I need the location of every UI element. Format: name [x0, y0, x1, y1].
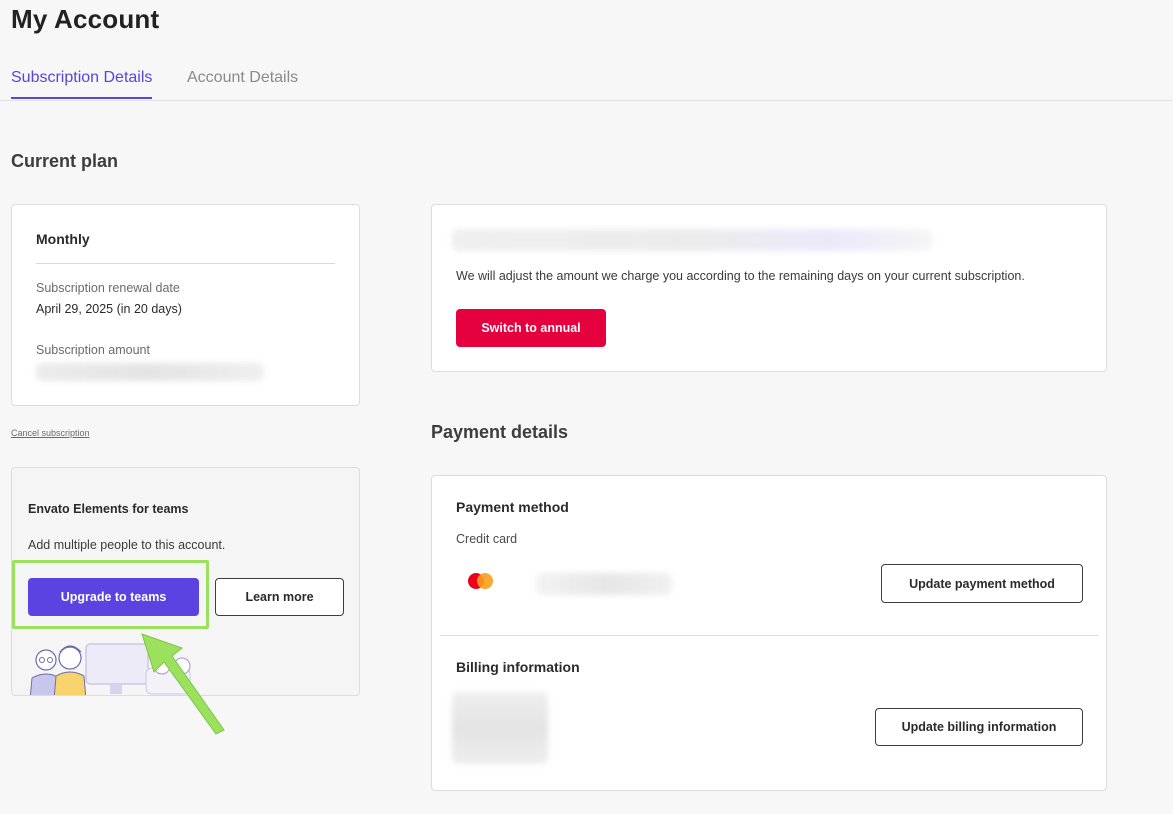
update-payment-method-button[interactable]: Update payment method — [881, 564, 1083, 603]
upgrade-to-teams-button[interactable]: Upgrade to teams — [28, 578, 199, 616]
switch-to-annual-button[interactable]: Switch to annual — [456, 309, 606, 347]
arrow-annotation-icon — [141, 633, 225, 735]
billing-address-redacted — [452, 692, 548, 764]
mastercard-icon — [468, 573, 496, 591]
update-billing-information-button[interactable]: Update billing information — [875, 708, 1083, 746]
billing-information-title: Billing information — [456, 659, 580, 675]
tab-subscription-details[interactable]: Subscription Details — [11, 68, 153, 99]
payment-details-title: Payment details — [431, 422, 569, 442]
annual-price-redacted — [452, 229, 932, 251]
account-header: My Account Subscription Details Account … — [0, 0, 1173, 101]
payment-card: Payment method Credit card Update paymen… — [431, 475, 1107, 791]
learn-more-button[interactable]: Learn more — [215, 578, 344, 616]
plan-name: Monthly — [36, 231, 90, 247]
teams-description: Add multiple people to this account. — [28, 538, 226, 552]
amount-label: Subscription amount — [36, 343, 150, 357]
page-title: My Account — [11, 4, 160, 34]
teams-title: Envato Elements for teams — [28, 502, 189, 516]
annual-card: We will adjust the amount we charge you … — [431, 204, 1107, 372]
plan-divider — [36, 263, 335, 264]
card-number-redacted — [536, 573, 672, 595]
cancel-subscription-link[interactable]: Cancel subscription — [11, 428, 90, 438]
amount-value-redacted — [36, 363, 264, 381]
payment-method-title: Payment method — [456, 499, 569, 515]
tab-account-details[interactable]: Account Details — [187, 68, 298, 97]
current-plan-title: Current plan — [11, 151, 119, 171]
plan-card: Monthly Subscription renewal date April … — [11, 204, 360, 406]
payment-divider — [440, 635, 1098, 636]
annual-description: We will adjust the amount we charge you … — [456, 269, 1025, 283]
renewal-value: April 29, 2025 (in 20 days) — [36, 302, 182, 316]
renewal-label: Subscription renewal date — [36, 281, 180, 295]
payment-method-type: Credit card — [456, 532, 518, 546]
